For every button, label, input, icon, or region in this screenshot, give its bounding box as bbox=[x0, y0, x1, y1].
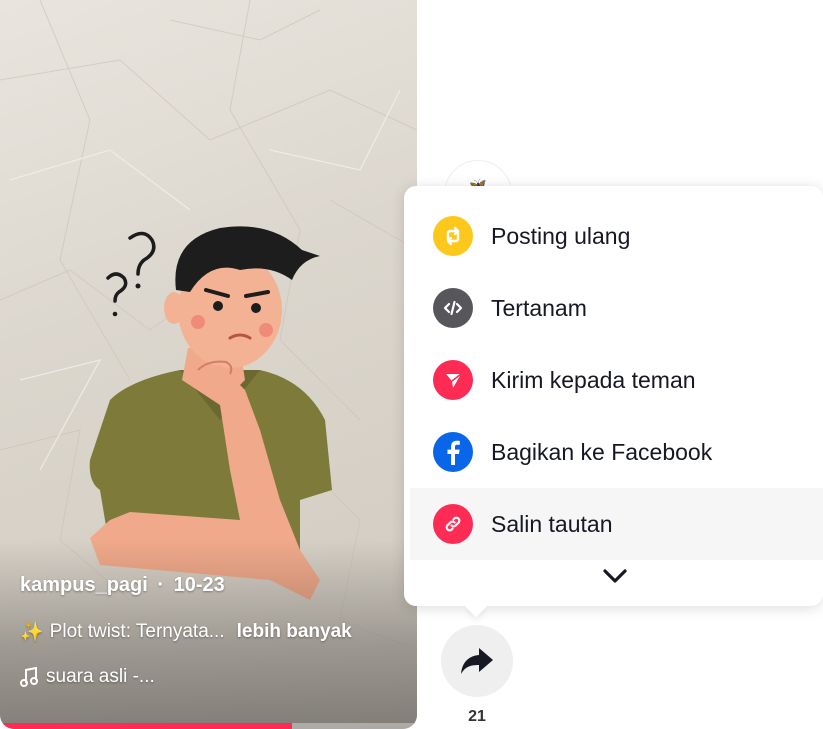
share-option-copy-link[interactable]: Salin tautan bbox=[410, 488, 823, 560]
video-progress-bar[interactable] bbox=[0, 723, 417, 729]
send-paper-plane-icon bbox=[433, 360, 473, 400]
video-player[interactable]: kampus_pagi · 10-23 ✨ Plot twist: Ternya… bbox=[0, 0, 417, 729]
description-text: Plot twist: Ternyata... bbox=[49, 621, 225, 642]
music-note-icon bbox=[20, 667, 38, 687]
menu-pointer-arrow bbox=[464, 594, 488, 618]
share-count: 21 bbox=[468, 708, 486, 725]
sparkles-icon: ✨ bbox=[20, 622, 44, 643]
share-option-send-to-friend[interactable]: Kirim kepada teman bbox=[410, 344, 823, 416]
post-date: 10-23 bbox=[173, 574, 225, 596]
share-option-label: Kirim kepada teman bbox=[491, 366, 696, 393]
music-title[interactable]: suara asli -... bbox=[46, 666, 155, 688]
share-option-label: Salin tautan bbox=[491, 510, 613, 537]
share-button[interactable] bbox=[441, 625, 513, 697]
repost-icon bbox=[433, 216, 473, 256]
facebook-icon bbox=[433, 432, 473, 472]
embed-code-icon bbox=[433, 288, 473, 328]
more-button[interactable]: lebih banyak bbox=[237, 621, 352, 643]
video-progress-fill bbox=[0, 723, 292, 729]
share-menu: Posting ulang Tertanam Kirim kepada tema… bbox=[404, 186, 823, 618]
chevron-down-icon[interactable] bbox=[600, 564, 630, 588]
link-icon bbox=[433, 504, 473, 544]
share-option-repost[interactable]: Posting ulang bbox=[410, 200, 823, 272]
video-author-line[interactable]: kampus_pagi · 10-23 bbox=[20, 574, 225, 597]
video-description: ✨ Plot twist: Ternyata... lebih banyak bbox=[20, 620, 352, 644]
music-line[interactable]: suara asli -... bbox=[20, 666, 155, 688]
share-arrow-icon bbox=[461, 648, 493, 674]
share-option-facebook[interactable]: Bagikan ke Facebook bbox=[410, 416, 823, 488]
share-option-label: Bagikan ke Facebook bbox=[491, 438, 713, 465]
share-option-label: Tertanam bbox=[491, 294, 587, 321]
share-option-label: Posting ulang bbox=[491, 222, 631, 249]
share-option-embed[interactable]: Tertanam bbox=[410, 272, 823, 344]
page: kampus_pagi · 10-23 ✨ Plot twist: Ternya… bbox=[0, 0, 823, 729]
author-name[interactable]: kampus_pagi bbox=[20, 574, 148, 596]
separator: · bbox=[157, 574, 165, 596]
